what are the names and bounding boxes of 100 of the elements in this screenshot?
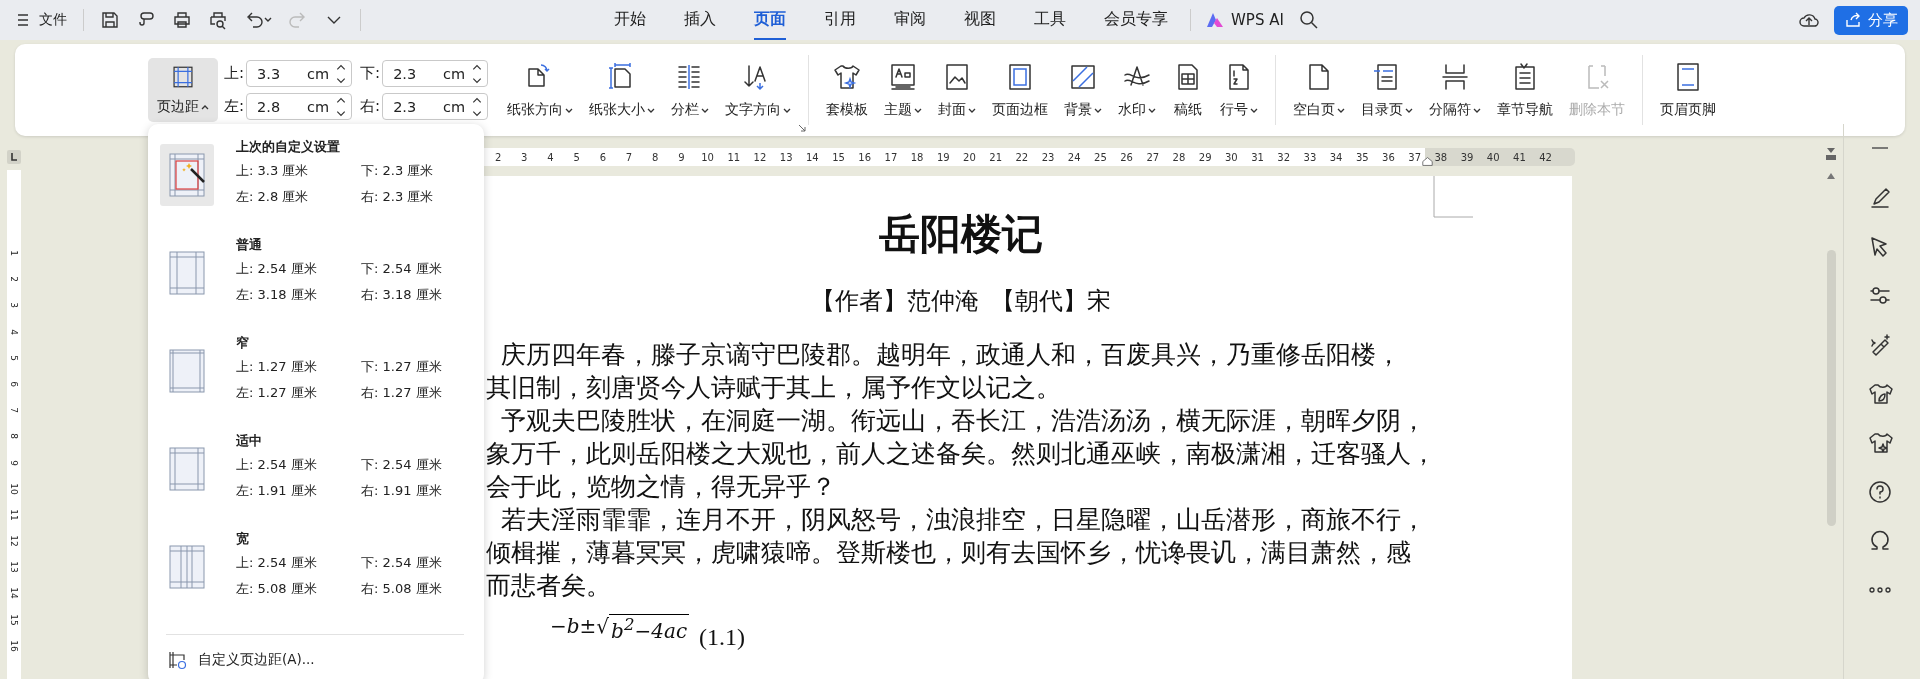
- ruler-number: 22: [1015, 151, 1029, 163]
- ruler-number: 18: [910, 151, 924, 163]
- margin-value: 下: 2.54 厘米: [361, 554, 442, 572]
- ruler-number: 29: [1198, 151, 1212, 163]
- margin-value: 上: 3.3 厘米: [236, 162, 310, 180]
- margin-field[interactable]: 2.3 cm: [382, 60, 489, 87]
- ruler-number: 10: [701, 151, 714, 163]
- scrollbar-thumb[interactable]: [1826, 250, 1836, 526]
- margin-preset[interactable]: 上次的自定义设置 上: 3.3 厘米 下: 2.3 厘米 左: 2.8 厘米 右: 2.3 厘米: [160, 136, 470, 234]
- ruler-number: 14: [805, 151, 819, 163]
- ribbon-button[interactable]: 分隔符: [1422, 55, 1489, 125]
- ribbon-button[interactable]: 页眉页脚: [1653, 55, 1724, 125]
- ruler-number: 16: [8, 640, 20, 652]
- ai-button[interactable]: WPS AI: [1231, 11, 1284, 29]
- ruler-number: 39: [1460, 151, 1474, 163]
- page-margins-icon: [169, 349, 205, 393]
- ruler-number: 23: [1041, 151, 1055, 163]
- margin-field[interactable]: 2.8 cm: [246, 93, 353, 120]
- ruler-number: 6: [599, 151, 607, 163]
- ruler-number: 34: [1329, 151, 1343, 163]
- preset-title: 普通: [236, 236, 263, 254]
- save-icon[interactable]: [100, 10, 120, 30]
- ribbon-tab[interactable]: 工具: [1034, 0, 1066, 40]
- ribbon-button[interactable]: 章节导航: [1490, 55, 1561, 125]
- margin-preset[interactable]: 宽 上: 2.54 厘米 下: 2.54 厘米 左: 5.08 厘米 右: 5.08 厘米: [160, 528, 470, 626]
- margin-field[interactable]: 3.3 cm: [246, 60, 353, 87]
- ruler-number: 14: [8, 587, 20, 600]
- ribbon-tab[interactable]: 视图: [964, 0, 996, 40]
- ruler-number: 13: [8, 561, 20, 573]
- ribbon-button[interactable]: 主题: [877, 55, 930, 125]
- margin-label: 左:: [224, 97, 245, 116]
- ruler-number: 20: [963, 151, 976, 163]
- dialog-launcher-icon[interactable]: [798, 124, 807, 132]
- margin-value: 左: 2.8 厘米: [236, 188, 310, 206]
- ribbon-button[interactable]: 目录页: [1354, 55, 1421, 125]
- margin-preset[interactable]: 窄 上: 1.27 厘米 下: 1.27 厘米 左: 1.27 厘米 右: 1.27 厘米: [160, 332, 470, 430]
- page-margins-icon: [169, 545, 205, 589]
- margin-value: 下: 2.54 厘米: [361, 456, 442, 474]
- ruler-number: 12: [8, 535, 20, 547]
- shirt-star-icon[interactable]: [1867, 430, 1893, 456]
- share-button[interactable]: 分享: [1834, 5, 1908, 35]
- margin-value: 上: 2.54 厘米: [236, 456, 318, 474]
- ruler-number: 12: [753, 151, 767, 163]
- ribbon-button[interactable]: 行号: [1213, 55, 1266, 125]
- custom-margins-item[interactable]: 自定义页边距(A)...: [160, 645, 470, 675]
- print-preview-icon[interactable]: [208, 10, 228, 30]
- ribbon-tab[interactable]: 页面: [754, 0, 786, 40]
- ribbon-button[interactable]: 文字方向: [718, 55, 799, 125]
- ruler-number: 7: [625, 151, 633, 163]
- ribbon-tab[interactable]: 引用: [824, 0, 856, 40]
- ruler-number: 7: [8, 407, 20, 413]
- margin-value: 上: 2.54 厘米: [236, 260, 318, 278]
- ruler-number: 26: [1120, 151, 1133, 163]
- ruler-number: 8: [652, 151, 659, 163]
- ribbon-button[interactable]: 套模板: [819, 55, 876, 125]
- ribbon-tab[interactable]: 审阅: [894, 0, 926, 40]
- margin-field[interactable]: 2.3 cm: [382, 93, 489, 120]
- tab-stop-icon[interactable]: [7, 150, 21, 164]
- search-icon[interactable]: [1297, 9, 1320, 31]
- ribbon-button[interactable]: 纸张大小: [582, 55, 663, 125]
- ruler-toggle-icon[interactable]: [1823, 146, 1839, 162]
- ruler-number: 2: [8, 276, 20, 283]
- file-menu[interactable]: 文件: [39, 11, 67, 29]
- ribbon-tab[interactable]: 会员专享: [1104, 0, 1168, 40]
- ruler-number: 13: [779, 151, 793, 163]
- ruler-number: 28: [1172, 151, 1186, 163]
- indent-marker-icon[interactable]: [1422, 156, 1433, 167]
- margins-button[interactable]: 页边距: [148, 58, 218, 122]
- margin-value: 下: 1.27 厘米: [361, 358, 442, 376]
- ruler-number: 38: [1434, 151, 1448, 163]
- ribbon-button[interactable]: 空白页: [1286, 55, 1353, 125]
- print-icon[interactable]: [172, 10, 192, 30]
- ribbon-button[interactable]: 水印: [1111, 55, 1164, 125]
- ribbon-button[interactable]: 背景: [1057, 55, 1110, 125]
- help-icon[interactable]: [1867, 479, 1893, 505]
- margin-value: 上: 1.27 厘米: [236, 358, 318, 376]
- ruler-number: 31: [1251, 151, 1264, 163]
- ribbon-tab[interactable]: 开始: [614, 0, 646, 40]
- page-margins-icon: [169, 251, 205, 295]
- ruler-number: 15: [8, 613, 20, 626]
- page-settings-icon: [168, 650, 188, 670]
- preset-title: 上次的自定义设置: [236, 138, 341, 156]
- margin-preset[interactable]: 普通 上: 2.54 厘米 下: 2.54 厘米 左: 3.18 厘米 右: 3.18 厘米: [160, 234, 470, 332]
- ribbon-button[interactable]: 稿纸: [1165, 55, 1212, 125]
- ruler-number: 4: [547, 151, 554, 163]
- menu-icon[interactable]: [15, 12, 31, 28]
- ruler-number: 42: [1539, 151, 1552, 163]
- ruler-number: 8: [8, 433, 20, 440]
- ribbon-tab[interactable]: 插入: [684, 0, 716, 40]
- ribbon-button[interactable]: 分栏: [664, 55, 717, 125]
- ruler-number: 33: [1303, 151, 1317, 163]
- margin-value: 右: 1.91 厘米: [361, 482, 442, 500]
- ribbon-button[interactable]: 页面边框: [985, 55, 1056, 125]
- margin-preset[interactable]: 适中 上: 2.54 厘米 下: 2.54 厘米 左: 1.91 厘米 右: 1.91 厘米: [160, 430, 470, 528]
- ribbon-button[interactable]: 纸张方向: [500, 55, 581, 125]
- shirt-leaf-icon[interactable]: [1867, 381, 1893, 407]
- margin-label: 下:: [360, 64, 381, 83]
- ribbon-button[interactable]: 封面: [931, 55, 984, 125]
- ruler-number: 35: [1355, 151, 1369, 163]
- ruler-number: 5: [8, 354, 20, 361]
